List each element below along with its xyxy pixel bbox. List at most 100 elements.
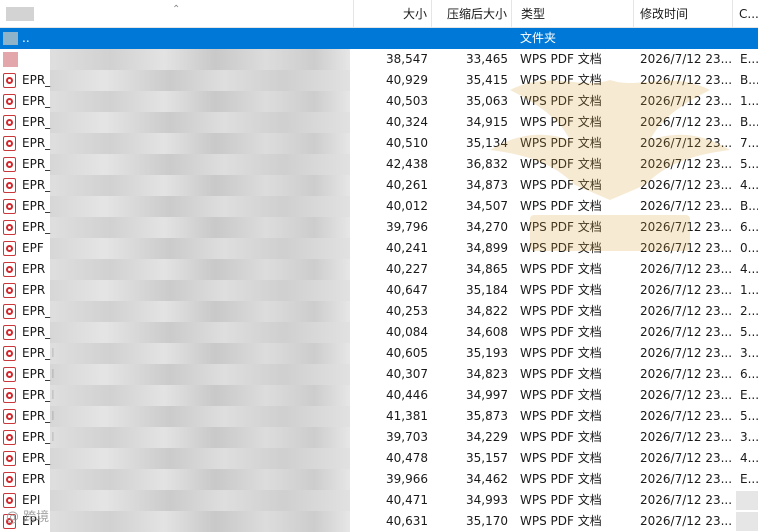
- modified-time: 2026/7/12 23...: [640, 73, 732, 87]
- file-type: WPS PDF 文档: [520, 472, 602, 486]
- modified-time: 2026/7/12 23...: [640, 220, 732, 234]
- file-row[interactable]: EPR_I 40,605 35,193 WPS PDF 文档 2026/7/12 23.…: [0, 343, 758, 364]
- pdf-file-icon: [3, 220, 18, 235]
- redacted-filename-mask: [50, 511, 350, 532]
- crc-value: B...: [740, 199, 758, 213]
- crc-value: [740, 28, 758, 49]
- crc-value: 7...: [740, 136, 758, 150]
- modified-time: 2026/7/12 23...: [640, 136, 732, 150]
- compressed-size: 33,465: [466, 52, 508, 66]
- file-row[interactable]: EPR_ 40,253 34,822 WPS PDF 文档 2026/7/12 23..…: [0, 301, 758, 322]
- column-header-compressed-size[interactable]: 压缩后大小: [432, 0, 512, 27]
- file-row[interactable]: EPR 40,227 34,865 WPS PDF 文档 2026/7/12 23...…: [0, 259, 758, 280]
- file-row[interactable]: EPR_I 40,307 34,823 WPS PDF 文档 2026/7/12 23.…: [0, 364, 758, 385]
- parent-folder-row[interactable]: .. 文件夹: [0, 28, 758, 49]
- pdf-file-icon: [3, 325, 18, 340]
- redacted-filename-mask: [50, 112, 350, 133]
- file-size: 40,929: [386, 73, 428, 87]
- redacted-filename-mask: [50, 259, 350, 280]
- file-row[interactable]: EPR_ 40,510 35,134 WPS PDF 文档 2026/7/12 23..…: [0, 133, 758, 154]
- modified-time: [640, 28, 732, 49]
- modified-time: 2026/7/12 23...: [640, 52, 732, 66]
- compressed-size: 34,608: [466, 325, 508, 339]
- modified-time: 2026/7/12 23...: [640, 472, 732, 486]
- file-size: 39,703: [386, 430, 428, 444]
- compressed-size: 35,193: [466, 346, 508, 360]
- file-type: 文件夹: [520, 31, 557, 45]
- pdf-file-icon: [3, 73, 18, 88]
- redacted-filename-mask: [50, 154, 350, 175]
- crc-value: 6...: [740, 220, 758, 234]
- column-header-modified[interactable]: 修改时间: [634, 0, 733, 27]
- file-type: WPS PDF 文档: [520, 94, 602, 108]
- file-size: 40,631: [386, 514, 428, 528]
- file-size: 40,012: [386, 199, 428, 213]
- crc-value: 2...: [740, 304, 758, 318]
- file-row[interactable]: EPR 40,647 35,184 WPS PDF 文档 2026/7/12 23...…: [0, 280, 758, 301]
- file-row[interactable]: EPR_ 39,796 34,270 WPS PDF 文档 2026/7/12 23..…: [0, 217, 758, 238]
- pdf-file-icon: [3, 199, 18, 214]
- file-row[interactable]: EPF 40,241 34,899 WPS PDF 文档 2026/7/12 23...…: [0, 238, 758, 259]
- file-row[interactable]: EPR_ 42,438 36,832 WPS PDF 文档 2026/7/12 23..…: [0, 154, 758, 175]
- crc-value: 5...: [740, 157, 758, 171]
- modified-time: 2026/7/12 23...: [640, 514, 732, 528]
- crc-value: 1...: [740, 94, 758, 108]
- file-size: 40,324: [386, 115, 428, 129]
- file-row[interactable]: EPR_ 40,929 35,415 WPS PDF 文档 2026/7/12 23..…: [0, 70, 758, 91]
- file-size: 38,547: [386, 52, 428, 66]
- compressed-size: 34,462: [466, 472, 508, 486]
- file-type: WPS PDF 文档: [520, 409, 602, 423]
- crc-value: E...: [740, 52, 758, 66]
- file-type: WPS PDF 文档: [520, 451, 602, 465]
- file-row[interactable]: EPR_I 39,703 34,229 WPS PDF 文档 2026/7/12 23.…: [0, 427, 758, 448]
- redacted-filename-mask: [50, 406, 350, 427]
- file-row[interactable]: 38,547 33,465 WPS PDF 文档 2026/7/12 23... E..…: [0, 49, 758, 70]
- compressed-size: 34,915: [466, 115, 508, 129]
- pdf-file-icon: [3, 262, 18, 277]
- crc-value: B...: [740, 115, 758, 129]
- column-header-name[interactable]: ⌃: [0, 0, 354, 27]
- file-type: WPS PDF 文档: [520, 262, 602, 276]
- file-row[interactable]: EPI 40,631 35,170 WPS PDF 文档 2026/7/12 23...: [0, 511, 758, 532]
- modified-time: 2026/7/12 23...: [640, 115, 732, 129]
- redacted-filename-mask: [50, 238, 350, 259]
- compressed-size: 34,899: [466, 241, 508, 255]
- file-row[interactable]: EPR_I 40,446 34,997 WPS PDF 文档 2026/7/12 23.…: [0, 385, 758, 406]
- modified-time: 2026/7/12 23...: [640, 283, 732, 297]
- pdf-file-icon: [3, 115, 18, 130]
- redacted-filename-mask: [50, 385, 350, 406]
- file-row[interactable]: EPR_ 40,503 35,063 WPS PDF 文档 2026/7/12 23..…: [0, 91, 758, 112]
- file-size: 40,261: [386, 178, 428, 192]
- compressed-size: 34,229: [466, 430, 508, 444]
- compressed-size: 35,415: [466, 73, 508, 87]
- file-row[interactable]: EPR_ 40,478 35,157 WPS PDF 文档 2026/7/12 23..…: [0, 448, 758, 469]
- modified-time: 2026/7/12 23...: [640, 451, 732, 465]
- crc-value: 4...: [740, 262, 758, 276]
- modified-time: 2026/7/12 23...: [640, 409, 732, 423]
- column-header-size[interactable]: 大小: [354, 0, 432, 27]
- file-row[interactable]: EPR_I 41,381 35,873 WPS PDF 文档 2026/7/12 23.…: [0, 406, 758, 427]
- modified-time: 2026/7/12 23...: [640, 157, 732, 171]
- sort-ascending-icon: ⌃: [172, 4, 181, 15]
- file-row[interactable]: EPI 40,471 34,993 WPS PDF 文档 2026/7/12 23...: [0, 490, 758, 511]
- file-row[interactable]: EPR_ 40,324 34,915 WPS PDF 文档 2026/7/12 23..…: [0, 112, 758, 133]
- pdf-file-icon: [3, 157, 18, 172]
- column-header-crc[interactable]: C...: [733, 0, 758, 27]
- file-size: 40,446: [386, 388, 428, 402]
- compressed-size: 35,873: [466, 409, 508, 423]
- file-size: 40,227: [386, 262, 428, 276]
- file-row[interactable]: EPR_ 40,261 34,873 WPS PDF 文档 2026/7/12 23..…: [0, 175, 758, 196]
- modified-time: 2026/7/12 23...: [640, 94, 732, 108]
- file-row[interactable]: EPR 39,966 34,462 WPS PDF 文档 2026/7/12 23...…: [0, 469, 758, 490]
- column-header-type[interactable]: 类型: [512, 0, 634, 27]
- modified-time: 2026/7/12 23...: [640, 367, 732, 381]
- file-row[interactable]: EPR_ 40,084 34,608 WPS PDF 文档 2026/7/12 23..…: [0, 322, 758, 343]
- compressed-size: 34,507: [466, 199, 508, 213]
- compressed-size: 35,063: [466, 94, 508, 108]
- file-row[interactable]: EPR_ 40,012 34,507 WPS PDF 文档 2026/7/12 23..…: [0, 196, 758, 217]
- file-type: WPS PDF 文档: [520, 136, 602, 150]
- file-type: WPS PDF 文档: [520, 325, 602, 339]
- pdf-file-icon: [3, 136, 18, 151]
- file-type: WPS PDF 文档: [520, 367, 602, 381]
- file-icon: [3, 52, 18, 67]
